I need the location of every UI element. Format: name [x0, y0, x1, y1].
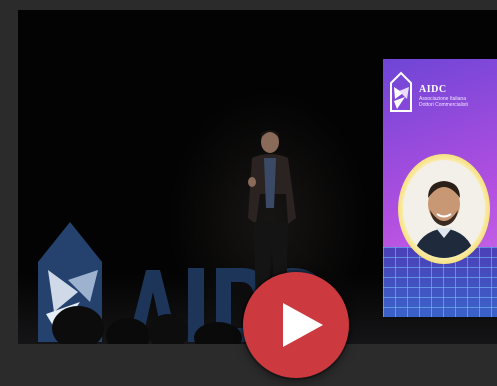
screen-subtitle-line2: Dottori Commercialisti: [419, 102, 468, 108]
presentation-screen: AIDC Associazione Italiana Dottori Comme…: [383, 59, 497, 317]
screen-brand-title: AIDC: [419, 84, 447, 95]
screen-aidc-logo: [390, 71, 412, 112]
play-button[interactable]: [243, 272, 349, 378]
screen-brand-subtitle: Associazione Italiana Dottori Commercial…: [419, 96, 495, 108]
speaker-portrait: [403, 160, 485, 258]
play-icon: [283, 303, 323, 347]
